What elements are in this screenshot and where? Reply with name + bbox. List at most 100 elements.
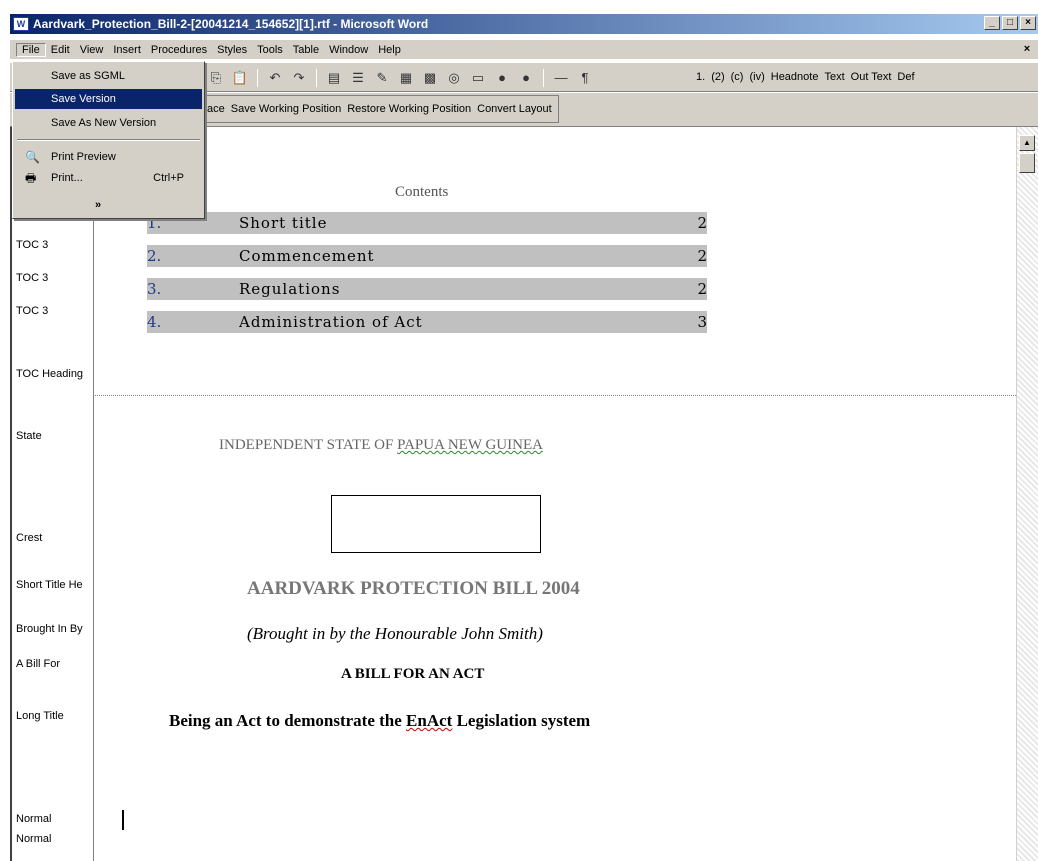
menu-item-print[interactable]: 🖶 Print... Ctrl+P [15,168,202,188]
restore-working-position-button[interactable]: Restore Working Position [347,103,471,115]
menu-item-save-version[interactable]: Save Version [15,89,202,109]
vertical-scrollbar[interactable]: ▲ [1016,127,1038,861]
menu-shortcut: Ctrl+P [153,172,184,184]
toolbar-separator [543,69,544,87]
grammar-squiggle-text[interactable]: PAPUA NEW GUINEA [397,437,543,453]
menu-item-label: Save Version [51,93,116,105]
toc-row[interactable]: 2. Commencement 2 [147,245,707,267]
headnote-button[interactable]: Headnote [771,71,819,83]
menu-item-save-as-new-version[interactable]: Save As New Version [15,113,202,133]
menu-file[interactable]: File [16,42,46,57]
window-title: Aardvark_Protection_Bill-2-[20041214_154… [33,17,429,31]
list-icon[interactable]: ☰ [348,69,368,87]
toolbar-icons: ⎘ 📋 ↶ ↷ ▤ ☰ ✎ ▦ ▩ ◎ ▭ ● ● — ¶ [206,69,595,87]
undo-icon[interactable]: ↶ [265,69,285,87]
working-position-toolbar: ace Save Working Position Restore Workin… [200,95,559,123]
style-label: TOC 3 [16,239,49,251]
style-label: TOC Heading [16,368,84,380]
menu-styles[interactable]: Styles [212,44,252,56]
save-working-position-button[interactable]: Save Working Position [231,103,341,115]
style-label: Brought In By [16,623,83,635]
toc-row[interactable]: 1. Short title 2 [147,212,707,234]
form-field-icon[interactable]: ▭ [468,69,488,87]
crest-placeholder [331,495,541,553]
menu-edit[interactable]: Edit [46,44,75,56]
style-label: TOC 3 [16,305,49,317]
printer-icon: 🖶 [25,171,37,185]
menu-table[interactable]: Table [288,44,324,56]
toc-icon[interactable]: ▤ [324,69,344,87]
brought-in-by: (Brought in by the Honourable John Smith… [247,624,543,643]
comment-delete-icon[interactable]: ● [516,69,536,87]
toc-page: 3 [697,313,707,331]
spelling-squiggle-text[interactable]: EnAct [406,711,452,730]
long-title-part: Being an Act to demonstrate the [169,711,407,730]
long-title: Being an Act to demonstrate the EnAct Le… [169,710,749,731]
expand-menu-chevron-icon[interactable]: » [95,199,101,211]
menu-insert[interactable]: Insert [108,44,146,56]
toc-number: 3. [147,280,162,298]
menu-item-save-as-sgml[interactable]: Save as SGML [15,66,202,86]
level-c-button[interactable]: (c) [731,71,744,83]
maximize-button[interactable]: □ [1002,16,1018,30]
toc-number: 2. [147,247,162,265]
style-label: A Bill For [16,658,61,670]
scroll-thumb[interactable] [1019,153,1035,173]
menu-bar: File Edit View Insert Procedures Styles … [10,40,1038,60]
document-close-button[interactable]: × [1020,43,1034,56]
picture-icon[interactable]: ▩ [420,69,440,87]
style-label: Crest [16,532,43,544]
toc-title: Short title [239,214,328,232]
document-area[interactable]: Contents 1. Short title 2 2. Commencemen… [95,127,1016,861]
style-label: State [16,430,42,442]
comment-icon[interactable]: ● [492,69,512,87]
redo-icon[interactable]: ↷ [289,69,309,87]
style-area-pane: TOC 3 TOC 3 TOC 3 TOC Heading State Cres… [10,127,94,861]
properties-icon[interactable]: ▦ [396,69,416,87]
toolbar-separator [257,69,258,87]
text-cursor [122,810,124,830]
scroll-up-button[interactable]: ▲ [1019,135,1035,151]
style-label: Normal [16,833,52,845]
dash-button[interactable]: — [551,69,571,87]
def-button[interactable]: Def [897,71,914,83]
a-bill-for: A BILL FOR AN ACT [341,666,485,682]
edit-form-icon[interactable]: ✎ [372,69,392,87]
long-title-part: Legislation system [452,711,591,730]
style-label: Normal [16,813,52,825]
pilcrow-button[interactable]: ¶ [575,69,595,87]
binoculars-icon[interactable]: ◎ [444,69,464,87]
word-app-icon[interactable]: W [13,17,29,31]
level-2-button[interactable]: (2) [711,71,724,83]
menu-window[interactable]: Window [324,44,373,56]
toc-page: 2 [697,247,707,265]
toc-page: 2 [697,280,707,298]
toc-page: 2 [697,214,707,232]
close-button[interactable]: × [1020,16,1036,30]
toc-number: 4. [147,313,162,331]
menu-separator [17,139,200,141]
text-button[interactable]: Text [824,71,844,83]
menu-item-print-preview[interactable]: 🔍 Print Preview [15,147,202,167]
window-controls: _ □ × [984,16,1036,30]
state-heading: INDEPENDENT STATE OF PAPUA NEW GUINEA [219,437,543,454]
toc-row[interactable]: 4. Administration of Act 3 [147,311,707,333]
menu-help[interactable]: Help [373,44,406,56]
out-text-button[interactable]: Out Text [851,71,892,83]
menu-view[interactable]: View [75,44,109,56]
menu-item-label: Print Preview [51,151,116,163]
toc-row[interactable]: 3. Regulations 2 [147,278,707,300]
toolbar-separator [316,69,317,87]
style-label: Short Title He [16,579,83,591]
menu-tools[interactable]: Tools [252,44,288,56]
copy-icon[interactable]: ⎘ [206,69,226,87]
short-title: AARDVARK PROTECTION BILL 2004 [247,578,580,599]
level-iv-button[interactable]: (iv) [749,71,764,83]
paste-icon[interactable]: 📋 [230,69,250,87]
convert-layout-button[interactable]: Convert Layout [477,103,552,115]
level-1-button[interactable]: 1. [696,71,705,83]
minimize-button[interactable]: _ [984,16,1000,30]
workspace-button[interactable]: ace [207,103,225,115]
menu-procedures[interactable]: Procedures [146,44,212,56]
toc-title: Commencement [239,247,375,265]
